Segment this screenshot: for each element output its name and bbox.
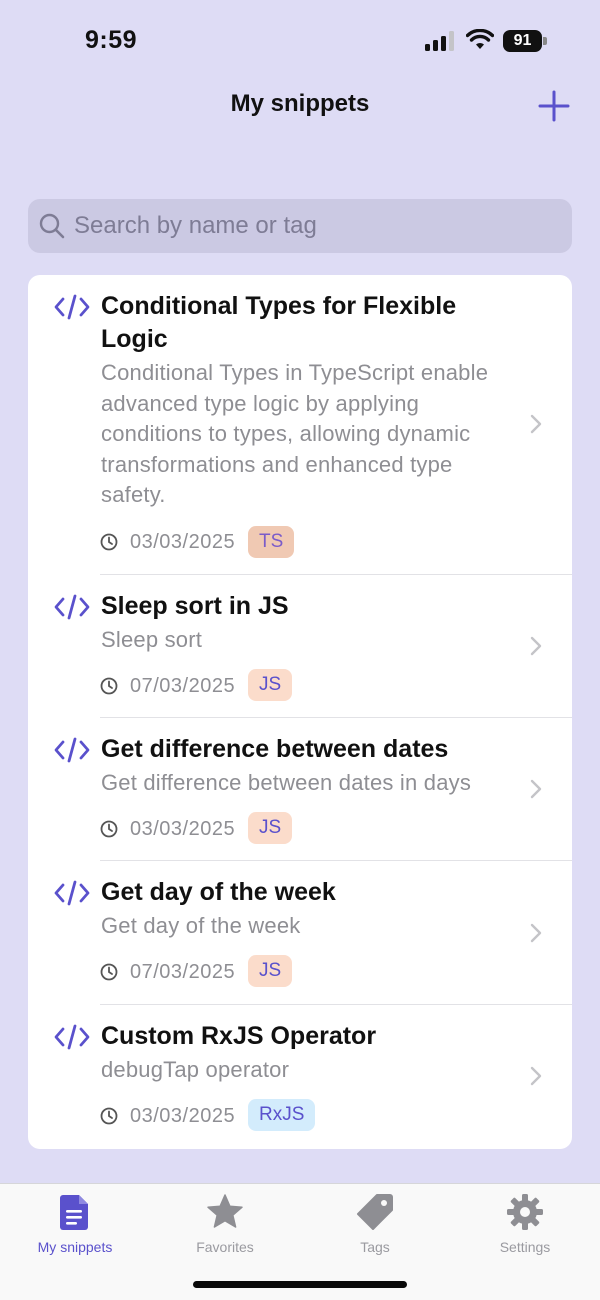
snippet-date: 03/03/2025 [130,818,236,840]
snippet-row[interactable]: Custom RxJS Operator debugTap operator 0… [28,1005,572,1149]
snippet-title: Sleep sort in JS [101,592,289,620]
star-icon [207,1194,243,1228]
wifi-icon [466,29,494,49]
tab-label: Tags [360,1239,390,1255]
search-bar [28,199,572,253]
snippet-row[interactable]: Conditional Types for Flexible Logic Con… [28,275,572,575]
tag-badge: RxJS [248,1099,316,1131]
snippet-row[interactable]: Get day of the week Get day of the week … [28,861,572,1005]
tag-badge: JS [248,669,293,701]
clock-icon [100,820,118,838]
document-icon [60,1195,88,1230]
snippet-title: Custom RxJS Operator [101,1022,377,1050]
code-icon [54,737,90,763]
tag-badge: JS [248,955,293,987]
status-time: 9:59 [85,26,138,54]
snippet-description: Get day of the week [101,913,301,938]
tab-label: My snippets [37,1239,113,1255]
snippet-date: 03/03/2025 [130,531,236,553]
snippet-title: Get difference between dates [101,735,449,763]
add-snippet-button[interactable] [536,88,572,124]
snippet-description: Sleep sort [101,627,203,652]
battery-icon: 91 [503,30,547,52]
chevron-right-icon [530,636,542,656]
tag-badge: TS [248,526,295,558]
battery-level: 91 [503,30,542,52]
tag-icon [357,1194,393,1230]
snippet-row[interactable]: Sleep sort in JS Sleep sort 07/03/2025 J… [28,575,572,718]
signal-icon [425,31,454,51]
page-title: My snippets [230,90,370,117]
search-input[interactable] [74,199,554,253]
gear-icon [507,1194,543,1230]
chevron-right-icon [530,923,542,943]
chevron-right-icon [530,414,542,434]
tab-my-snippets[interactable]: My snippets [0,1192,150,1262]
snippet-date: 07/03/2025 [130,961,236,983]
snippet-description: Conditional Types in TypeScript enable a… [101,360,489,507]
tab-tags[interactable]: Tags [300,1192,450,1262]
snippet-date: 07/03/2025 [130,675,236,697]
snippet-title: Get day of the week [101,878,336,906]
status-bar: 9:59 91 [0,0,600,80]
clock-icon [100,677,118,695]
snippet-title: Conditional Types for Flexible Logic [101,292,457,353]
snippet-row[interactable]: Get difference between dates Get differe… [28,718,572,861]
tab-label: Settings [499,1239,551,1255]
chevron-right-icon [530,1066,542,1086]
clock-icon [100,533,118,551]
home-indicator [193,1281,407,1288]
tab-favorites[interactable]: Favorites [150,1192,300,1262]
tab-settings[interactable]: Settings [450,1192,600,1262]
clock-icon [100,963,118,981]
code-icon [54,294,90,320]
chevron-right-icon [530,779,542,799]
snippet-description: debugTap operator [101,1057,290,1082]
search-icon [39,213,65,239]
tag-badge: JS [248,812,293,844]
code-icon [54,880,90,906]
snippet-date: 03/03/2025 [130,1105,236,1127]
tab-label: Favorites [196,1239,254,1255]
snippet-description: Get difference between dates in days [101,770,472,795]
snippet-list: Conditional Types for Flexible Logic Con… [28,275,572,1149]
clock-icon [100,1107,118,1125]
code-icon [54,1024,90,1050]
code-icon [54,594,90,620]
